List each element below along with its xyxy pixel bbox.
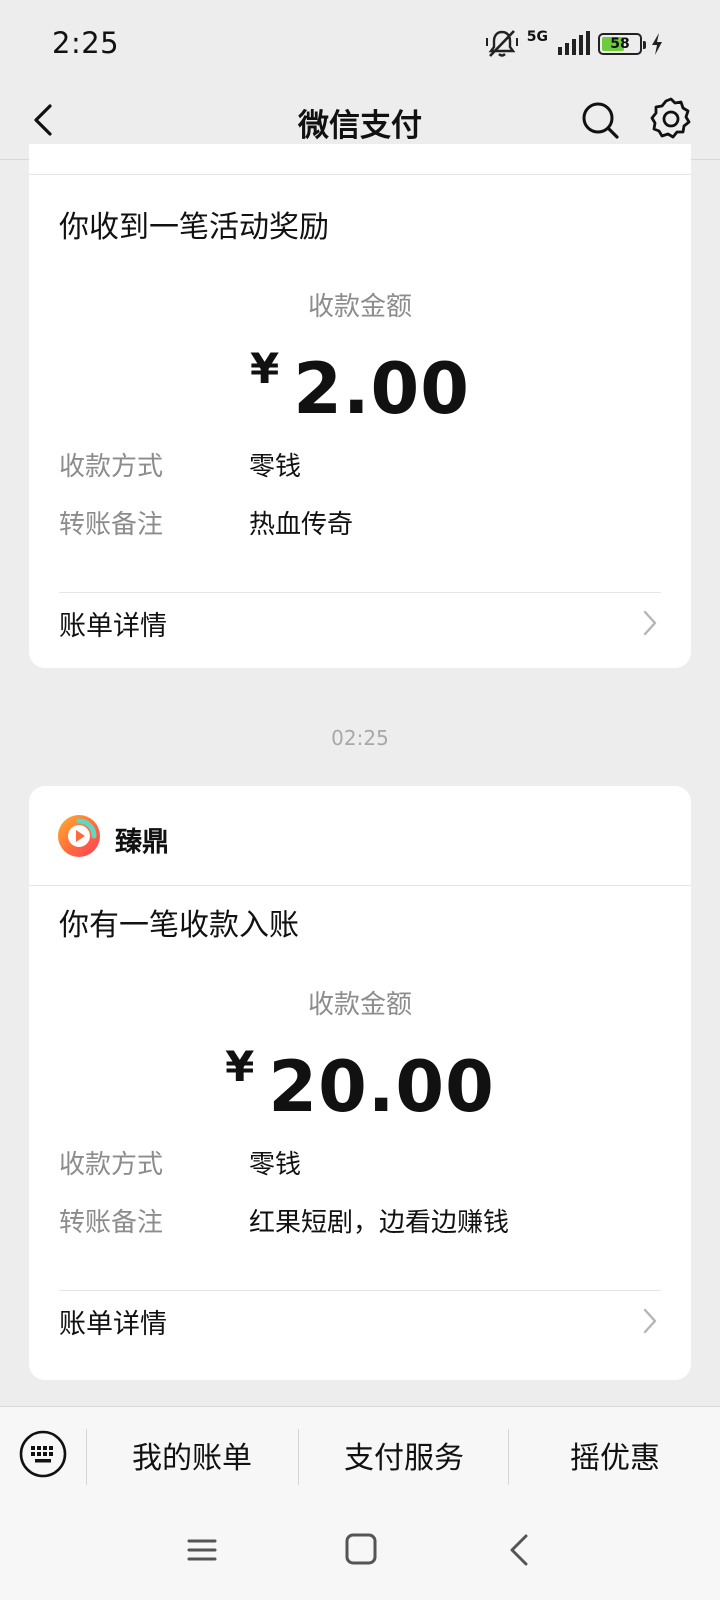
brand-name: 臻鼎: [115, 827, 169, 858]
search-icon[interactable]: [578, 96, 622, 144]
info-value: 零钱: [249, 452, 302, 482]
status-time: 2:25: [52, 26, 120, 60]
wechat-pay-chat-page: 2:25 5G 58 微信支付 你收到一笔活动奖励 收款金额 ¥ 2.00 收款…: [0, 0, 720, 1600]
network-type: 5G: [526, 29, 548, 45]
payment-notice-card: 臻鼎 你有一笔收款入账 收款金额 ¥20.00 收款方式 零钱 转账备注 红果短…: [29, 786, 691, 1380]
amount-value: ¥20.00: [29, 1042, 691, 1128]
info-row-transfer-note: 转账备注 红果短剧，边看边赚钱: [59, 1202, 661, 1242]
currency-symbol: ¥: [225, 1042, 255, 1091]
notice-title: 你有一笔收款入账: [59, 908, 299, 943]
amount-label: 收款金额: [307, 292, 412, 322]
signal-icon: [558, 31, 590, 55]
info-label: 收款方式: [59, 1150, 164, 1180]
amount-label: 收款金额: [307, 990, 412, 1020]
chevron-right-icon: [643, 1308, 657, 1334]
bill-details-link[interactable]: 账单详情: [59, 598, 661, 648]
notice-title: 你收到一笔活动奖励: [59, 210, 329, 245]
info-value: 红果短剧，边看边赚钱: [249, 1208, 510, 1238]
status-icons: 5G 58: [485, 28, 664, 60]
keyboard-icon[interactable]: [18, 1429, 68, 1479]
charging-icon: [652, 33, 662, 55]
brand-logo-icon: [58, 815, 100, 857]
info-value: 热血传奇: [249, 510, 354, 540]
recent-apps-icon[interactable]: [186, 1534, 218, 1566]
info-row-payment-method: 收款方式 零钱: [59, 1144, 661, 1184]
amount-number: 2.00: [293, 348, 470, 430]
info-label: 转账备注: [59, 510, 164, 540]
system-back-icon[interactable]: [506, 1532, 532, 1568]
amount-value: ¥2.00: [29, 344, 691, 430]
battery-icon: 58: [598, 33, 646, 55]
currency-symbol: ¥: [250, 344, 280, 393]
mute-bell-icon: [485, 30, 518, 57]
home-icon[interactable]: [344, 1532, 378, 1566]
info-label: 收款方式: [59, 452, 164, 482]
battery-level: 58: [610, 36, 630, 52]
amount-number: 20.00: [268, 1046, 495, 1128]
info-row-transfer-note: 转账备注 热血传奇: [59, 504, 661, 544]
info-row-payment-method: 收款方式 零钱: [59, 446, 661, 486]
status-bar: 2:25 5G 58: [0, 0, 720, 84]
bottom-menu-bar: 我的账单 支付服务 摇优惠: [0, 1406, 720, 1506]
payment-notice-card: 你收到一笔活动奖励 收款金额 ¥2.00 收款方式 零钱 转账备注 热血传奇 账…: [29, 144, 691, 668]
bill-details-label: 账单详情: [59, 611, 167, 642]
gear-icon[interactable]: [646, 94, 696, 144]
message-timestamp: 02:25: [331, 726, 389, 750]
menu-shake-offers[interactable]: 摇优惠: [510, 1433, 720, 1481]
bill-details-link[interactable]: 账单详情: [59, 1296, 661, 1346]
bill-details-label: 账单详情: [59, 1309, 167, 1340]
info-label: 转账备注: [59, 1208, 164, 1238]
info-value: 零钱: [249, 1150, 302, 1180]
chevron-right-icon: [643, 610, 657, 636]
menu-payment-services[interactable]: 支付服务: [300, 1433, 508, 1481]
system-navigation-bar: [0, 1506, 720, 1600]
menu-my-bills[interactable]: 我的账单: [88, 1433, 296, 1481]
card-header[interactable]: 臻鼎: [29, 786, 691, 886]
